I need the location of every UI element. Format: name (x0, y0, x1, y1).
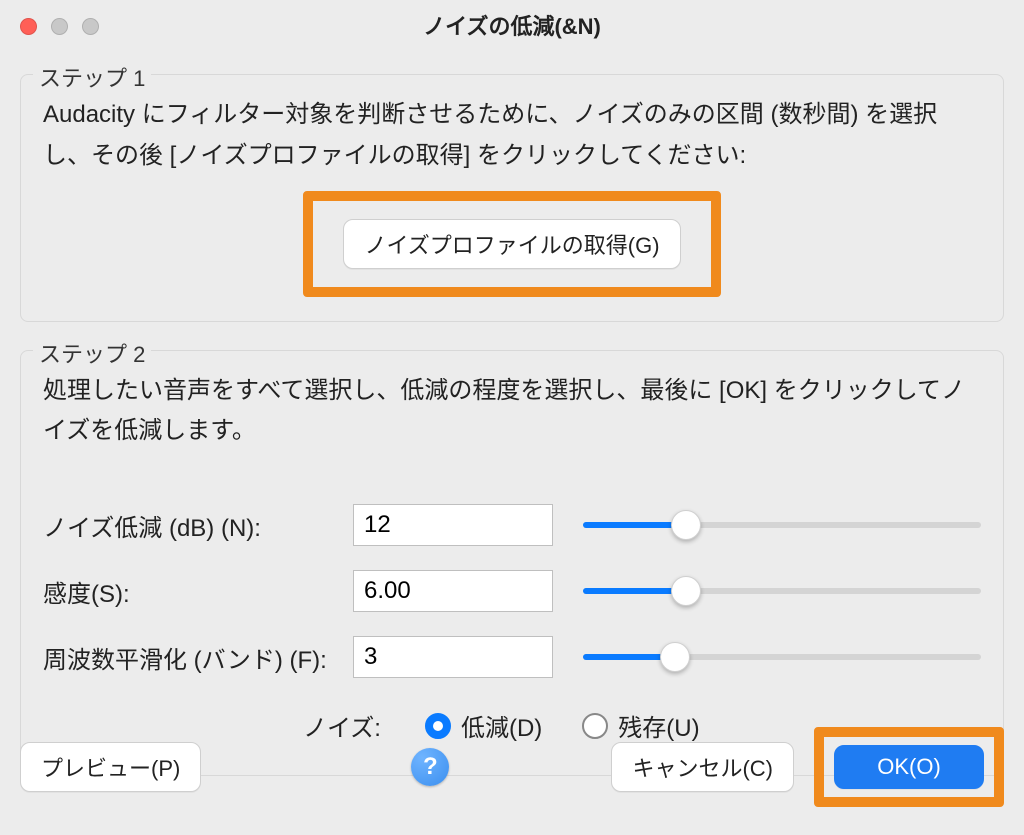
get-noise-profile-button[interactable]: ノイズプロファイルの取得(G) (343, 219, 680, 269)
window-controls (20, 18, 99, 35)
step2-instruction: 処理したい音声をすべて選択し、低減の程度を選択し、最後に [OK] をクリックし… (43, 371, 981, 453)
smoothing-label: 周波数平滑化 (バンド) (F): (43, 640, 353, 675)
dialog-footer: プレビュー(P) ? キャンセル(C) OK(O) (0, 727, 1024, 807)
step2-legend: ステップ 2 (33, 337, 151, 369)
sensitivity-slider[interactable] (583, 588, 981, 594)
sensitivity-row: 感度(S): (43, 558, 981, 624)
help-button[interactable]: ? (411, 748, 449, 786)
smoothing-slider[interactable] (583, 654, 981, 660)
close-icon[interactable] (20, 18, 37, 35)
step1-group: ステップ 1 Audacity にフィルター対象を判断させるために、ノイズのみの… (20, 74, 1004, 322)
noise-reduction-row: ノイズ低減 (dB) (N): (43, 492, 981, 558)
step2-group: ステップ 2 処理したい音声をすべて選択し、低減の程度を選択し、最後に [OK]… (20, 350, 1004, 777)
smoothing-row: 周波数平滑化 (バンド) (F): (43, 624, 981, 690)
noise-reduction-input[interactable] (353, 504, 553, 546)
window-title: ノイズの低減(&N) (0, 9, 1024, 41)
annotation-highlight-profile: ノイズプロファイルの取得(G) (303, 191, 720, 297)
annotation-highlight-ok: OK(O) (814, 727, 1004, 807)
noise-reduction-label: ノイズ低減 (dB) (N): (43, 508, 353, 543)
zoom-icon (82, 18, 99, 35)
slider-thumb-icon[interactable] (671, 510, 701, 540)
help-icon: ? (423, 753, 438, 781)
slider-thumb-icon[interactable] (671, 576, 701, 606)
minimize-icon (51, 18, 68, 35)
sensitivity-input[interactable] (353, 570, 553, 612)
slider-thumb-icon[interactable] (660, 642, 690, 672)
cancel-button[interactable]: キャンセル(C) (611, 742, 794, 792)
preview-button[interactable]: プレビュー(P) (20, 742, 201, 792)
noise-reduction-slider[interactable] (583, 522, 981, 528)
smoothing-input[interactable] (353, 636, 553, 678)
step1-legend: ステップ 1 (33, 61, 151, 93)
dialog-window: ノイズの低減(&N) ステップ 1 Audacity にフィルター対象を判断させ… (0, 0, 1024, 835)
titlebar: ノイズの低減(&N) (0, 0, 1024, 50)
step1-instruction: Audacity にフィルター対象を判断させるために、ノイズのみの区間 (数秒間… (43, 95, 981, 177)
sensitivity-label: 感度(S): (43, 574, 353, 609)
ok-button[interactable]: OK(O) (834, 745, 984, 789)
